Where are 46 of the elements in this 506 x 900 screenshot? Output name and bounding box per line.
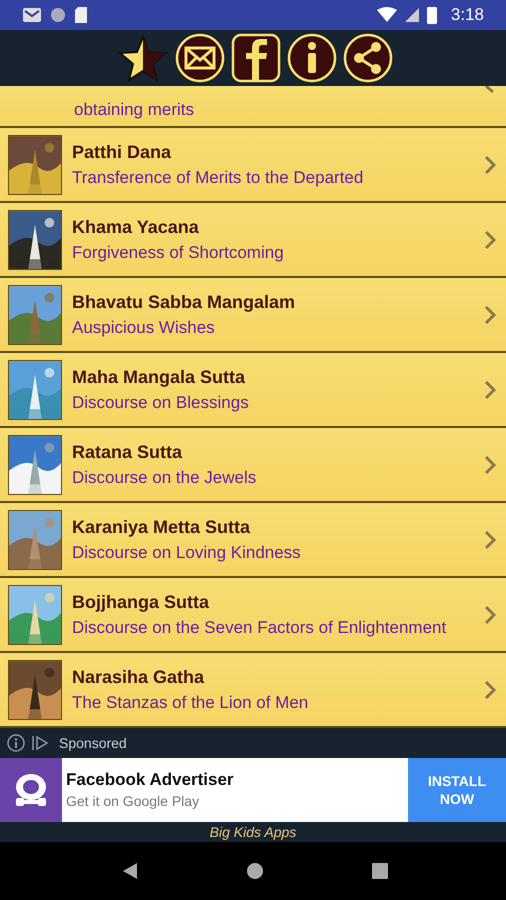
home-icon[interactable] bbox=[246, 862, 264, 880]
item-subtitle: The Stanzas of the Lion of Men bbox=[72, 692, 310, 712]
item-title: Karaniya Metta Sutta bbox=[72, 516, 252, 536]
list-item[interactable]: Bojjhanga Sutta Discourse on the Seven Factors of Enlightenment bbox=[0, 578, 506, 653]
list-item[interactable]: Maha Mangala Sutta Discourse on Blessings bbox=[0, 353, 506, 428]
share-icon[interactable] bbox=[343, 33, 393, 83]
ad-subtitle: Get it on Google Play bbox=[66, 792, 200, 811]
list-item[interactable]: Patthi Dana Transference of Merits to the Departed bbox=[0, 128, 506, 203]
item-subtitle: Auspicious Wishes bbox=[72, 318, 216, 338]
star-icon[interactable] bbox=[117, 34, 169, 82]
item-title: Khama Yacana bbox=[72, 216, 200, 236]
mail-icon[interactable] bbox=[175, 33, 225, 83]
item-subtitle: Transference of Merits to the Departed bbox=[72, 168, 364, 188]
item-subtitle: Forgiveness of Shortcoming bbox=[72, 242, 285, 262]
item-subtitle: Discourse on Blessings bbox=[72, 392, 250, 412]
item-title: Ratana Sutta bbox=[72, 442, 184, 462]
item-subtitle: Discourse on Loving Kindness bbox=[72, 542, 302, 562]
item-title: Bojjhanga Sutta bbox=[72, 592, 210, 612]
play-icon[interactable] bbox=[31, 734, 49, 752]
battery-icon bbox=[426, 6, 437, 24]
clock-time: 3:18 bbox=[450, 4, 484, 26]
item-title: Narasiha Gatha bbox=[72, 666, 206, 686]
item-title: Maha Mangala Sutta bbox=[72, 366, 246, 386]
list-item[interactable]: Khama Yacana Forgiveness of Shortcoming bbox=[0, 203, 506, 278]
item-subtitle: Discourse on the Jewels bbox=[72, 468, 258, 488]
sponsored-label: Sponsored bbox=[59, 734, 127, 753]
list-item[interactable]: Bhavatu Sabba Mangalam Auspicious Wishes bbox=[0, 278, 506, 353]
info-icon[interactable] bbox=[7, 734, 25, 752]
back-icon[interactable] bbox=[122, 862, 138, 880]
list-item[interactable]: obtaining merits bbox=[0, 86, 506, 128]
item-subtitle: obtaining merits bbox=[74, 100, 194, 120]
mail-icon bbox=[22, 7, 42, 23]
wifi-icon bbox=[376, 7, 397, 23]
ad-banner[interactable]: Facebook Advertiser Get it on Google Play INSTALL NOW bbox=[0, 758, 506, 822]
footer-text: Big Kids Apps bbox=[210, 822, 296, 842]
signal-icon bbox=[404, 7, 419, 23]
list-item[interactable]: Ratana Sutta Discourse on the Jewels bbox=[0, 428, 506, 503]
circle-icon bbox=[50, 7, 66, 23]
ad-title: Facebook Advertiser bbox=[66, 769, 235, 791]
item-title: Bhavatu Sabba Mangalam bbox=[72, 292, 296, 312]
facebook-icon[interactable] bbox=[231, 33, 281, 83]
sd-card-icon bbox=[74, 6, 88, 24]
item-title: Patthi Dana bbox=[72, 142, 172, 162]
list-item[interactable]: Karaniya Metta Sutta Discourse on Loving Kindness bbox=[0, 503, 506, 578]
list-item[interactable]: Narasiha Gatha The Stanzas of the Lion of Men bbox=[0, 653, 506, 728]
item-subtitle: Discourse on the Seven Factors of Enlightenment bbox=[72, 618, 448, 638]
